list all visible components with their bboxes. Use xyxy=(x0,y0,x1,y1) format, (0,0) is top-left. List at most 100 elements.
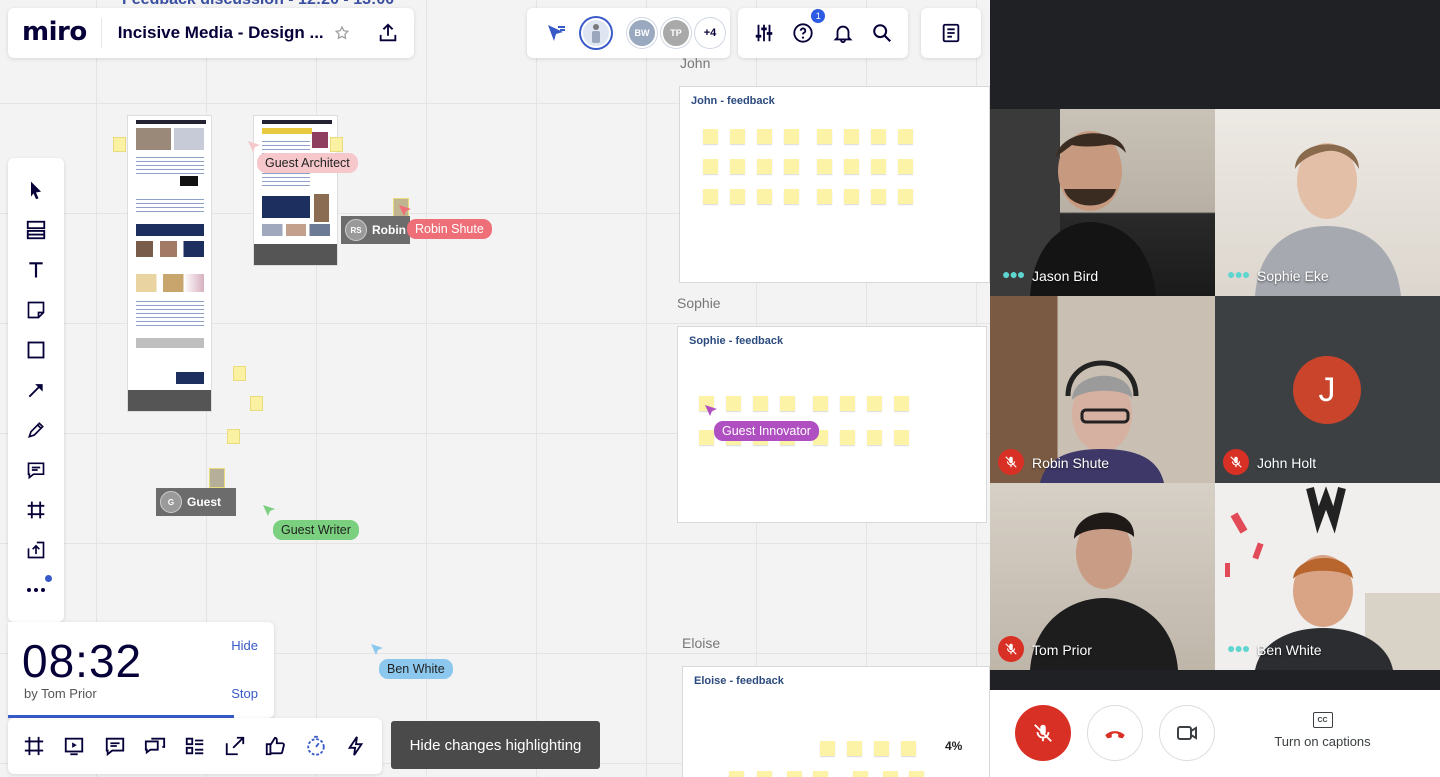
sticky-note[interactable] xyxy=(813,771,828,777)
sticky-note[interactable] xyxy=(894,430,909,445)
sticky-note[interactable] xyxy=(817,129,832,144)
lightning-icon[interactable] xyxy=(338,728,374,764)
sticky-note[interactable] xyxy=(867,430,882,445)
sticky-note[interactable] xyxy=(757,189,772,204)
camera-toggle-button[interactable] xyxy=(1159,705,1215,761)
sticky-note[interactable] xyxy=(817,189,832,204)
sticky-note[interactable] xyxy=(330,137,343,152)
sticky-note[interactable] xyxy=(703,189,718,204)
sticky-note[interactable] xyxy=(840,396,855,411)
sticky-note[interactable] xyxy=(901,741,916,756)
sticky-note[interactable] xyxy=(894,396,909,411)
sticky-note[interactable] xyxy=(726,396,741,411)
sticky-note[interactable] xyxy=(883,771,898,777)
sticky-note[interactable] xyxy=(233,366,246,381)
frame-icon[interactable] xyxy=(18,490,54,530)
frame-eloise-feedback[interactable]: Eloise - feedback 4% xyxy=(682,666,990,777)
sticky-note[interactable] xyxy=(730,159,745,174)
sticky-note[interactable] xyxy=(784,159,799,174)
sticky-note[interactable] xyxy=(847,741,862,756)
sticky-note[interactable] xyxy=(853,771,868,777)
sticky-note[interactable] xyxy=(898,129,913,144)
sticky-note[interactable] xyxy=(729,771,744,777)
timer-hide-button[interactable]: Hide xyxy=(231,638,258,653)
follow-cursor-icon[interactable] xyxy=(535,15,577,51)
settings-sliders-icon[interactable] xyxy=(746,15,782,51)
participant-tile-sophie[interactable]: ●●● Sophie Eke xyxy=(1215,109,1440,296)
sticky-note[interactable] xyxy=(757,159,772,174)
sticky-note[interactable] xyxy=(227,429,240,444)
sticky-note[interactable] xyxy=(753,396,768,411)
miro-logo[interactable]: miro xyxy=(8,18,102,48)
microphone-toggle-button[interactable] xyxy=(1015,705,1071,761)
search-icon[interactable] xyxy=(864,15,900,51)
comment-icon[interactable] xyxy=(18,450,54,490)
pen-icon[interactable] xyxy=(18,410,54,450)
sticky-note[interactable] xyxy=(787,771,802,777)
sticky-note[interactable] xyxy=(113,137,126,152)
timer-icon[interactable] xyxy=(298,728,334,764)
sticky-note[interactable] xyxy=(703,159,718,174)
sticky-note[interactable] xyxy=(209,468,225,488)
sticky-note[interactable] xyxy=(844,159,859,174)
sticky-note[interactable] xyxy=(898,159,913,174)
templates-icon[interactable] xyxy=(18,210,54,250)
more-collaborators[interactable]: +4 xyxy=(695,18,725,48)
my-avatar[interactable] xyxy=(581,18,611,48)
shape-icon[interactable] xyxy=(18,330,54,370)
share-upload-icon[interactable] xyxy=(370,15,406,51)
sticky-note[interactable] xyxy=(844,189,859,204)
star-icon[interactable] xyxy=(324,15,360,51)
sticky-note[interactable] xyxy=(840,430,855,445)
design-page-2[interactable] xyxy=(253,115,338,266)
captions-button[interactable]: CC Turn on captions xyxy=(1260,712,1385,749)
reaction-thumbs-up-icon[interactable] xyxy=(257,728,293,764)
frames-icon[interactable] xyxy=(16,728,52,764)
chat-icon[interactable] xyxy=(137,728,173,764)
select-cursor-icon[interactable] xyxy=(18,170,54,210)
collaborator-avatar-bw[interactable]: BW xyxy=(627,18,657,48)
sticky-note[interactable] xyxy=(909,771,924,777)
bell-icon[interactable] xyxy=(825,15,861,51)
comments-icon[interactable] xyxy=(97,728,133,764)
sticky-note[interactable] xyxy=(757,771,772,777)
leave-call-button[interactable] xyxy=(1087,705,1143,761)
sticky-note-icon[interactable] xyxy=(18,290,54,330)
sticky-note[interactable] xyxy=(703,129,718,144)
sticky-note[interactable] xyxy=(844,129,859,144)
sticky-note[interactable] xyxy=(730,129,745,144)
sticky-note[interactable] xyxy=(699,430,714,445)
hide-changes-highlighting-button[interactable]: Hide changes highlighting xyxy=(391,721,600,769)
participant-tile-john[interactable]: J John Holt xyxy=(1215,296,1440,483)
notes-icon[interactable] xyxy=(933,15,969,51)
sticky-note[interactable] xyxy=(871,159,886,174)
sticky-note[interactable] xyxy=(820,741,835,756)
participant-tile-jason[interactable]: ●●● Jason Bird xyxy=(990,109,1215,296)
presentation-icon[interactable] xyxy=(56,728,92,764)
sticky-note[interactable] xyxy=(784,189,799,204)
sticky-note[interactable] xyxy=(780,396,795,411)
cards-list-icon[interactable] xyxy=(177,728,213,764)
sticky-note[interactable] xyxy=(757,129,772,144)
sticky-note[interactable] xyxy=(784,129,799,144)
sticky-note[interactable] xyxy=(250,396,263,411)
miro-canvas[interactable]: Feedback discussion - 12:20 - 13:00 miro… xyxy=(0,0,990,777)
timer-stop-button[interactable]: Stop xyxy=(231,686,258,701)
more-tools-icon[interactable] xyxy=(18,570,54,610)
sticky-note[interactable] xyxy=(871,129,886,144)
collaborator-avatar-tp[interactable]: TP xyxy=(661,18,691,48)
connection-line-icon[interactable] xyxy=(18,370,54,410)
share-screen-icon[interactable] xyxy=(217,728,253,764)
participant-tile-tom[interactable]: Tom Prior xyxy=(990,483,1215,670)
participant-tile-ben[interactable]: ●●● Ben White xyxy=(1215,483,1440,670)
help-icon[interactable]: 1 xyxy=(785,9,826,51)
sticky-note[interactable] xyxy=(813,396,828,411)
upload-icon[interactable] xyxy=(18,530,54,570)
text-icon[interactable] xyxy=(18,250,54,290)
design-page-1[interactable] xyxy=(127,115,212,412)
sticky-note[interactable] xyxy=(898,189,913,204)
frame-john-feedback[interactable]: John - feedback xyxy=(679,86,990,283)
sticky-note[interactable] xyxy=(730,189,745,204)
sticky-note[interactable] xyxy=(817,159,832,174)
board-title[interactable]: Incisive Media - Design ... xyxy=(102,23,324,43)
